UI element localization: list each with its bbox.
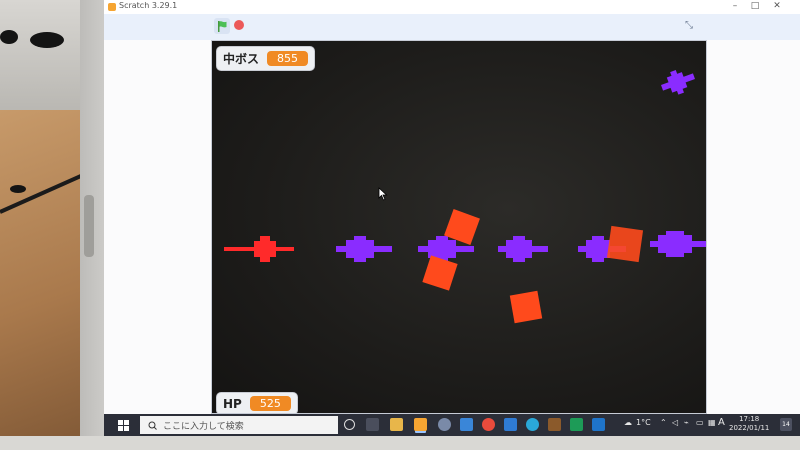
cloud-icon: ☁	[624, 418, 632, 427]
monitor-bezel-bottom	[0, 436, 800, 450]
network-icon[interactable]: ⌁	[684, 418, 689, 427]
mouse-cursor-icon	[378, 187, 388, 201]
search-icon	[148, 421, 157, 430]
hp-monitor-label: HP	[223, 396, 242, 411]
player-ship-sprite	[224, 236, 294, 262]
ime-indicator[interactable]: A	[718, 417, 725, 428]
app-icon[interactable]	[548, 418, 561, 431]
vscode-icon[interactable]	[504, 418, 517, 431]
close-button[interactable]: ✕	[770, 1, 784, 11]
maximize-button[interactable]: □	[748, 1, 762, 11]
search-placeholder: ここに入力して検索	[163, 421, 244, 432]
fullscreen-button[interactable]: ⤡	[682, 19, 696, 33]
mail-icon[interactable]	[592, 418, 605, 431]
calendar-icon[interactable]: ▦	[708, 418, 716, 427]
hp-variable-monitor: HP 525	[217, 393, 297, 413]
taskbar-search-box[interactable]: ここに入力して検索	[140, 416, 338, 434]
scratch-app-icon	[108, 3, 116, 11]
scratch-taskbar-icon[interactable]	[414, 418, 427, 431]
battery-icon[interactable]: ▭	[696, 418, 704, 427]
boss-variable-monitor: 中ボス 855	[217, 47, 315, 70]
desk-object	[0, 30, 18, 44]
edge-icon[interactable]	[526, 418, 539, 431]
chevron-up-icon[interactable]: ⌃	[660, 418, 667, 427]
screen: Scratch 3.29.1 – □ ✕ ⤡ 中ボス 855 HP 525	[104, 0, 800, 428]
enemy-ship-sprite	[498, 236, 548, 262]
desk-object	[30, 32, 64, 48]
enemy-ship-sprite	[336, 236, 392, 262]
task-view-icon[interactable]	[366, 418, 379, 431]
green-flag-button[interactable]	[214, 18, 230, 34]
enemy-ship-sprite	[660, 70, 696, 95]
boss-monitor-value: 855	[267, 51, 309, 66]
chrome-icon[interactable]	[482, 418, 495, 431]
game-stage[interactable]: 中ボス 855 HP 525	[211, 40, 707, 414]
orange-block-sprite	[509, 290, 543, 324]
hp-monitor-value: 525	[249, 396, 291, 411]
title-bar: Scratch 3.29.1 – □ ✕	[104, 0, 800, 15]
orange-block-sprite	[444, 209, 480, 245]
cortana-icon[interactable]	[344, 419, 355, 430]
volume-icon[interactable]: ◁	[672, 418, 678, 427]
enemy-ship-sprite	[650, 231, 706, 257]
windows-start-icon[interactable]	[118, 420, 129, 431]
boss-monitor-label: 中ボス	[223, 52, 260, 66]
monitor-button	[84, 195, 94, 257]
green-flag-icon	[218, 21, 227, 32]
clock-time: 17:18	[739, 415, 760, 423]
stop-button[interactable]	[234, 20, 244, 30]
system-clock[interactable]: 17:18 2022/01/11	[729, 415, 769, 433]
notification-count: 14	[782, 421, 790, 428]
orange-block-sprite	[606, 225, 644, 263]
app-icon[interactable]	[460, 418, 473, 431]
notification-center-button[interactable]: 14	[780, 418, 792, 431]
stage-toolbar: ⤡	[104, 14, 800, 40]
weather-text: 1°C	[636, 418, 651, 427]
app-icon[interactable]	[438, 418, 451, 431]
orange-block-sprite	[422, 255, 458, 291]
window-title: Scratch 3.29.1	[119, 1, 178, 10]
clock-date: 2022/01/11	[729, 424, 770, 432]
windows-taskbar: ここに入力して検索 ☁ 1°C ⌃ ◁ ⌁ ▭ ▦ A 17:18 2022/0…	[104, 414, 800, 436]
excel-icon[interactable]	[570, 418, 583, 431]
desk-object	[10, 185, 26, 193]
file-explorer-icon[interactable]	[390, 418, 403, 431]
minimize-button[interactable]: –	[728, 1, 742, 11]
